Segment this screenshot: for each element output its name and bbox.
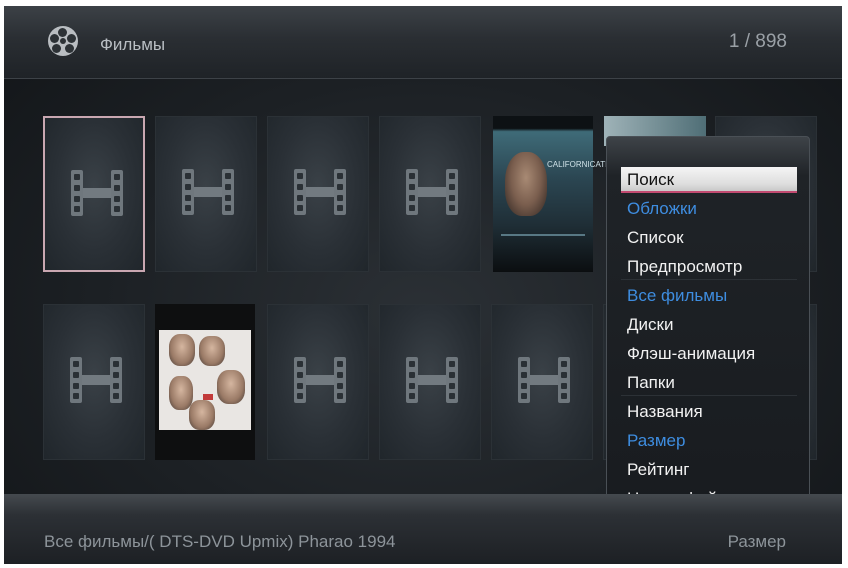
current-path: Все фильмы/( DTS-DVD Upmix) Pharao 1994 (44, 532, 396, 551)
film-reel-icon (48, 26, 78, 56)
movie-tile[interactable] (491, 304, 593, 460)
movie-poster-tile[interactable]: CALIFORNICATION (493, 116, 619, 272)
film-strip-icon (294, 357, 346, 403)
movie-poster-tile[interactable] (155, 304, 255, 460)
menu-item-titles[interactable]: Названия (621, 399, 797, 425)
poster-face-image (505, 152, 547, 216)
film-strip-icon (406, 357, 458, 403)
menu-item-search[interactable]: Поиск (621, 167, 797, 193)
menu-item-all-movies[interactable]: Все фильмы (621, 283, 797, 309)
menu-item-preview[interactable]: Предпросмотр (621, 254, 797, 280)
movie-tile[interactable] (379, 304, 481, 460)
bottom-bar: Все фильмы/( DTS-DVD Upmix) Pharao 1994 … (4, 494, 842, 564)
film-strip-icon (294, 169, 346, 215)
film-strip-icon (518, 357, 570, 403)
film-strip-icon (406, 169, 458, 215)
menu-item-flash-animation[interactable]: Флэш-анимация (621, 341, 797, 367)
menu-item-size[interactable]: Размер (621, 428, 797, 454)
menu-item-discs[interactable]: Диски (621, 312, 797, 338)
poster-divider (501, 234, 585, 236)
movie-tile[interactable] (155, 116, 257, 272)
media-player-screen: Фильмы 1 / 898 CALIFORNICATION Поиск Обл… (4, 6, 842, 564)
sort-mode-label: Размер (727, 532, 786, 551)
film-strip-icon (71, 170, 123, 216)
film-strip-icon (182, 169, 234, 215)
poster-collage-image (159, 330, 251, 430)
top-bar: Фильмы 1 / 898 (4, 6, 842, 79)
menu-item-rating[interactable]: Рейтинг (621, 457, 797, 483)
page-title: Фильмы (100, 35, 166, 54)
movie-tile[interactable] (43, 116, 145, 272)
item-counter: 1 / 898 (728, 31, 787, 52)
menu-item-folders[interactable]: Папки (621, 370, 797, 396)
movie-tile[interactable] (267, 304, 369, 460)
menu-item-list[interactable]: Список (621, 225, 797, 251)
view-options-menu: Поиск Обложки Список Предпросмотр Все фи… (606, 136, 810, 526)
movie-tile[interactable] (267, 116, 369, 272)
movie-tile[interactable] (43, 304, 145, 460)
movie-tile[interactable] (379, 116, 481, 272)
menu-item-covers[interactable]: Обложки (621, 196, 797, 222)
film-strip-icon (70, 357, 122, 403)
